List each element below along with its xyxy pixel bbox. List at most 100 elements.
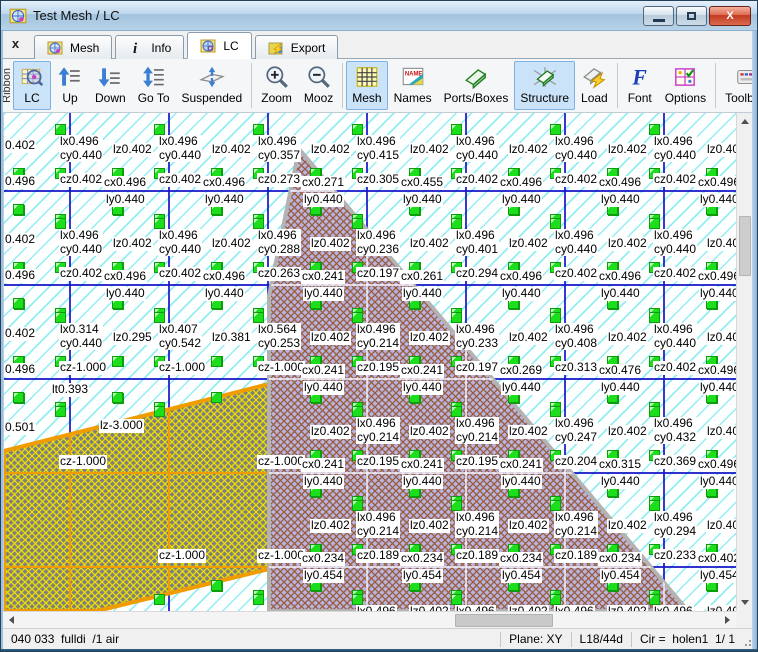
vertical-scroll-thumb[interactable] (739, 216, 751, 276)
ribbon-separator (342, 63, 343, 108)
mesh-label: lt0.393 (51, 383, 89, 397)
status-fields: Plane: XYL18/44dCir = holen1 1/ 1 (500, 629, 743, 649)
button-mesh[interactable]: Mesh (346, 61, 387, 110)
mesh-label: lx0.496 cy0.440 (59, 135, 103, 162)
mesh-label: cz0.189 (356, 549, 400, 563)
mesh-label: cx0.241 (400, 458, 444, 472)
mesh-label: lz0.402 (508, 519, 549, 533)
mesh-label: lz0.402 (706, 519, 736, 533)
mesh-label: lx0.496 cy0.415 (356, 135, 400, 162)
mesh-label: cz0.313 (554, 361, 598, 375)
mesh-label: lx0.314 cy0.440 (59, 323, 103, 350)
mesh-label: lz0.402 (508, 331, 549, 345)
mesh-label: lx0.496 cy0.432 (653, 417, 697, 444)
ribbon-separator (251, 63, 252, 108)
mesh-label: lx0.496 (554, 605, 595, 611)
window-title: Test Mesh / LC (33, 8, 120, 23)
mesh-label: lz0.402 (409, 519, 450, 533)
button-zoom[interactable]: Zoom (255, 61, 298, 110)
mesh-marker (55, 406, 66, 417)
mesh-label: lz0.402 (607, 519, 648, 533)
button-lc[interactable]: LC (13, 61, 51, 110)
mesh-canvas[interactable]: 0.4020.4960.4020.4960.4020.4960.501lx0.4… (3, 113, 736, 611)
button-structure[interactable]: Structure (514, 61, 575, 110)
mesh-label: lz0.402 (706, 331, 736, 345)
mesh-label: cz0.294 (455, 267, 499, 281)
horizontal-scroll-thumb[interactable] (455, 614, 553, 627)
mesh-label: lz0.402 (310, 143, 351, 157)
mesh-marker (211, 580, 222, 591)
tab-info[interactable]: iInfo (115, 35, 184, 59)
button-up[interactable]: Up (51, 61, 89, 110)
app-icon (9, 7, 27, 25)
mesh-label: cz0.402 (158, 267, 202, 281)
tab-mesh[interactable]: Mesh (34, 35, 112, 59)
tab-bar: x Mesh iInfoLCExport (1, 31, 758, 59)
scroll-right-icon[interactable] (725, 616, 730, 624)
button-mooz[interactable]: Mooz (298, 61, 339, 110)
scroll-up-icon[interactable] (741, 119, 749, 124)
mesh-label: cx0.269 (499, 364, 543, 378)
mesh-label: cx0.241 (499, 458, 543, 472)
mesh-label: cz0.197 (455, 361, 499, 375)
mesh-label: lz0.402 (508, 143, 549, 157)
button-ports-boxes[interactable]: Ports/Boxes (438, 61, 515, 110)
mesh-label: lz0.402 (508, 425, 549, 439)
status-field-2: Cir = holen1 1/ 1 (631, 632, 743, 647)
minimize-icon (653, 19, 665, 22)
ribbon-close-button[interactable]: x (6, 34, 25, 53)
mesh-label: lz0.402 (607, 425, 648, 439)
minimize-button[interactable] (643, 6, 674, 26)
horizontal-scrollbar[interactable] (3, 611, 736, 628)
ribbon-groups: LCUpDown Go To SuspendedZoomMooz Mesh NAMENa… (13, 61, 758, 110)
button-font[interactable]: FFont (621, 61, 659, 110)
button-label: Structure (520, 91, 569, 105)
mesh-marker (154, 594, 165, 605)
button-suspended[interactable]: Suspended (176, 61, 249, 110)
mesh-label: cz0.189 (554, 549, 598, 563)
tab-lc[interactable]: LC (187, 32, 251, 59)
mesh-label: lx0.496 cy0.440 (59, 229, 103, 256)
mesh-label: 0.496 (4, 363, 36, 377)
title-bar[interactable]: Test Mesh / LC X (1, 1, 758, 31)
mesh-label: ly0.440 (501, 287, 542, 301)
tab-label: Mesh (70, 41, 99, 55)
button-options[interactable]: Options (659, 61, 712, 110)
tab-export[interactable]: Export (255, 35, 339, 59)
mesh-label: cz0.195 (455, 455, 499, 469)
mesh-label: lz0.402 (409, 143, 450, 157)
button-label: Names (394, 91, 432, 105)
mesh-label: ly0.440 (105, 287, 146, 301)
tab-strip: Mesh iInfoLCExport (34, 32, 338, 59)
vertical-scrollbar[interactable] (736, 113, 752, 611)
mesh-label: lz0.402 (409, 605, 450, 611)
button-load[interactable]: Load (575, 61, 614, 110)
mesh-label: lx0.496 cy0.440 (554, 229, 598, 256)
mesh-label: cz-1.000 (158, 361, 206, 375)
button-names[interactable]: NAMENames (388, 61, 438, 110)
mesh-label: ly0.454 (501, 569, 542, 583)
mesh-label: cz-1.000 (257, 455, 305, 469)
mesh-label: lz0.402 (706, 425, 736, 439)
names-icon: NAME (400, 64, 426, 90)
mesh-label: cz0.197 (356, 267, 400, 281)
mesh-label: cz0.402 (554, 173, 598, 187)
mesh-label: lz0.402 (607, 143, 648, 157)
mesh-label: 0.496 (4, 175, 36, 189)
mesh-label: cx0.496 (598, 176, 642, 190)
scroll-down-icon[interactable] (741, 600, 749, 605)
scroll-left-icon[interactable] (9, 616, 14, 624)
button-down[interactable]: Down (89, 61, 132, 110)
mesh-label: cx0.496 (103, 176, 147, 190)
button-go-to[interactable]: Go To (132, 61, 176, 110)
button-label: Go To (138, 91, 170, 105)
button-label: Mesh (352, 91, 381, 105)
mesh-label: 0.402 (4, 139, 36, 153)
mesh-label: cx0.241 (301, 364, 345, 378)
mesh-label: cx0.241 (301, 458, 345, 472)
mesh-label: cz0.402 (653, 173, 697, 187)
close-button[interactable]: X (709, 6, 751, 26)
maximize-button[interactable] (676, 6, 707, 26)
mesh-label: ly0.440 (402, 287, 443, 301)
mesh-label: lx0.496 cy0.233 (455, 323, 499, 350)
